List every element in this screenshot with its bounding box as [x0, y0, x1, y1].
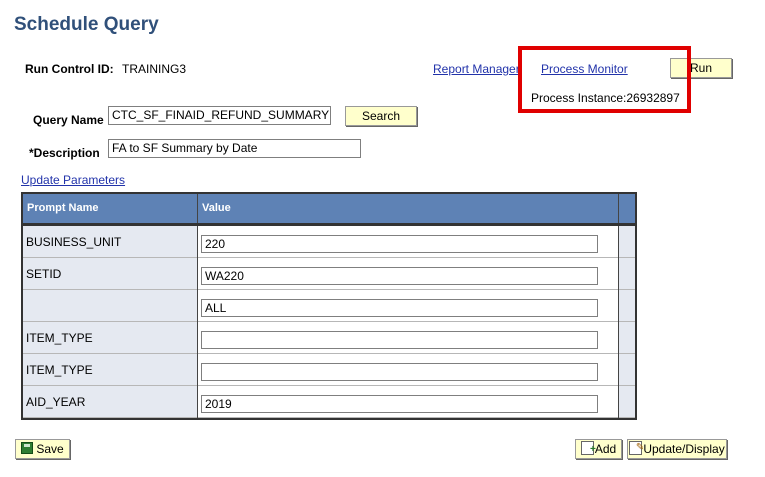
page-title: Schedule Query: [14, 14, 159, 35]
save-icon: [21, 442, 34, 454]
prompt-value-input[interactable]: ALL: [201, 299, 598, 317]
header-divider: [618, 194, 619, 223]
save-label: Save: [36, 442, 64, 456]
highlight-box: [518, 46, 691, 113]
table-row: AID_YEAR 2019: [23, 386, 635, 418]
column-divider: [618, 226, 619, 418]
update-parameters-link[interactable]: Update Parameters: [21, 173, 125, 187]
row-side-cell: [619, 386, 635, 418]
run-control-label: Run Control ID:: [25, 62, 114, 76]
add-button[interactable]: Add: [575, 439, 622, 459]
value-header: Value: [202, 202, 231, 214]
prompt-value-input[interactable]: WA220: [201, 267, 598, 285]
row-side-cell: [619, 322, 635, 354]
description-field[interactable]: FA to SF Summary by Date: [108, 139, 361, 158]
grid-header: Prompt Name Value: [23, 194, 635, 226]
update-display-label: Update/Display: [643, 442, 725, 456]
prompt-name-cell: ITEM_TYPE: [23, 322, 197, 354]
table-row: ALL: [23, 290, 635, 322]
description-label: *Description: [29, 146, 100, 160]
run-control-value: TRAINING3: [122, 62, 187, 76]
column-divider: [197, 226, 198, 418]
prompt-name-cell: AID_YEAR: [23, 386, 197, 418]
prompt-value-input[interactable]: 220: [201, 235, 598, 253]
save-button[interactable]: Save: [15, 439, 70, 459]
prompt-name-cell: [23, 290, 197, 322]
query-name-field[interactable]: CTC_SF_FINAID_REFUND_SUMMARY: [108, 106, 331, 125]
value-cell: WA220: [198, 258, 618, 290]
value-cell: 220: [198, 226, 618, 258]
prompt-value-input[interactable]: [201, 331, 598, 349]
prompt-name-cell: SETID: [23, 258, 197, 290]
prompt-value-input[interactable]: 2019: [201, 395, 598, 413]
row-side-cell: [619, 290, 635, 322]
add-icon: [580, 441, 596, 459]
prompt-value-input[interactable]: [201, 363, 598, 381]
header-divider: [197, 194, 198, 223]
query-name-label: Query Name: [33, 113, 104, 127]
update-icon: [629, 439, 644, 457]
prompt-name-cell: ITEM_TYPE: [23, 354, 197, 386]
table-row: ITEM_TYPE: [23, 322, 635, 354]
value-cell: [198, 322, 618, 354]
row-side-cell: [619, 226, 635, 258]
prompt-name-header: Prompt Name: [27, 202, 99, 214]
value-cell: ALL: [198, 290, 618, 322]
row-side-cell: [619, 354, 635, 386]
report-manager-link[interactable]: Report Manager: [433, 62, 520, 76]
search-button[interactable]: Search: [345, 106, 417, 126]
table-row: SETID WA220: [23, 258, 635, 290]
table-row: BUSINESS_UNIT 220: [23, 226, 635, 258]
update-display-button[interactable]: Update/Display: [627, 439, 727, 459]
table-row: ITEM_TYPE: [23, 354, 635, 386]
row-side-cell: [619, 258, 635, 290]
value-cell: 2019: [198, 386, 618, 418]
prompt-grid: Prompt Name Value BUSINESS_UNIT 220 SETI…: [21, 192, 637, 420]
prompt-name-cell: BUSINESS_UNIT: [23, 226, 197, 258]
value-cell: [198, 354, 618, 386]
add-label: Add: [594, 442, 617, 456]
